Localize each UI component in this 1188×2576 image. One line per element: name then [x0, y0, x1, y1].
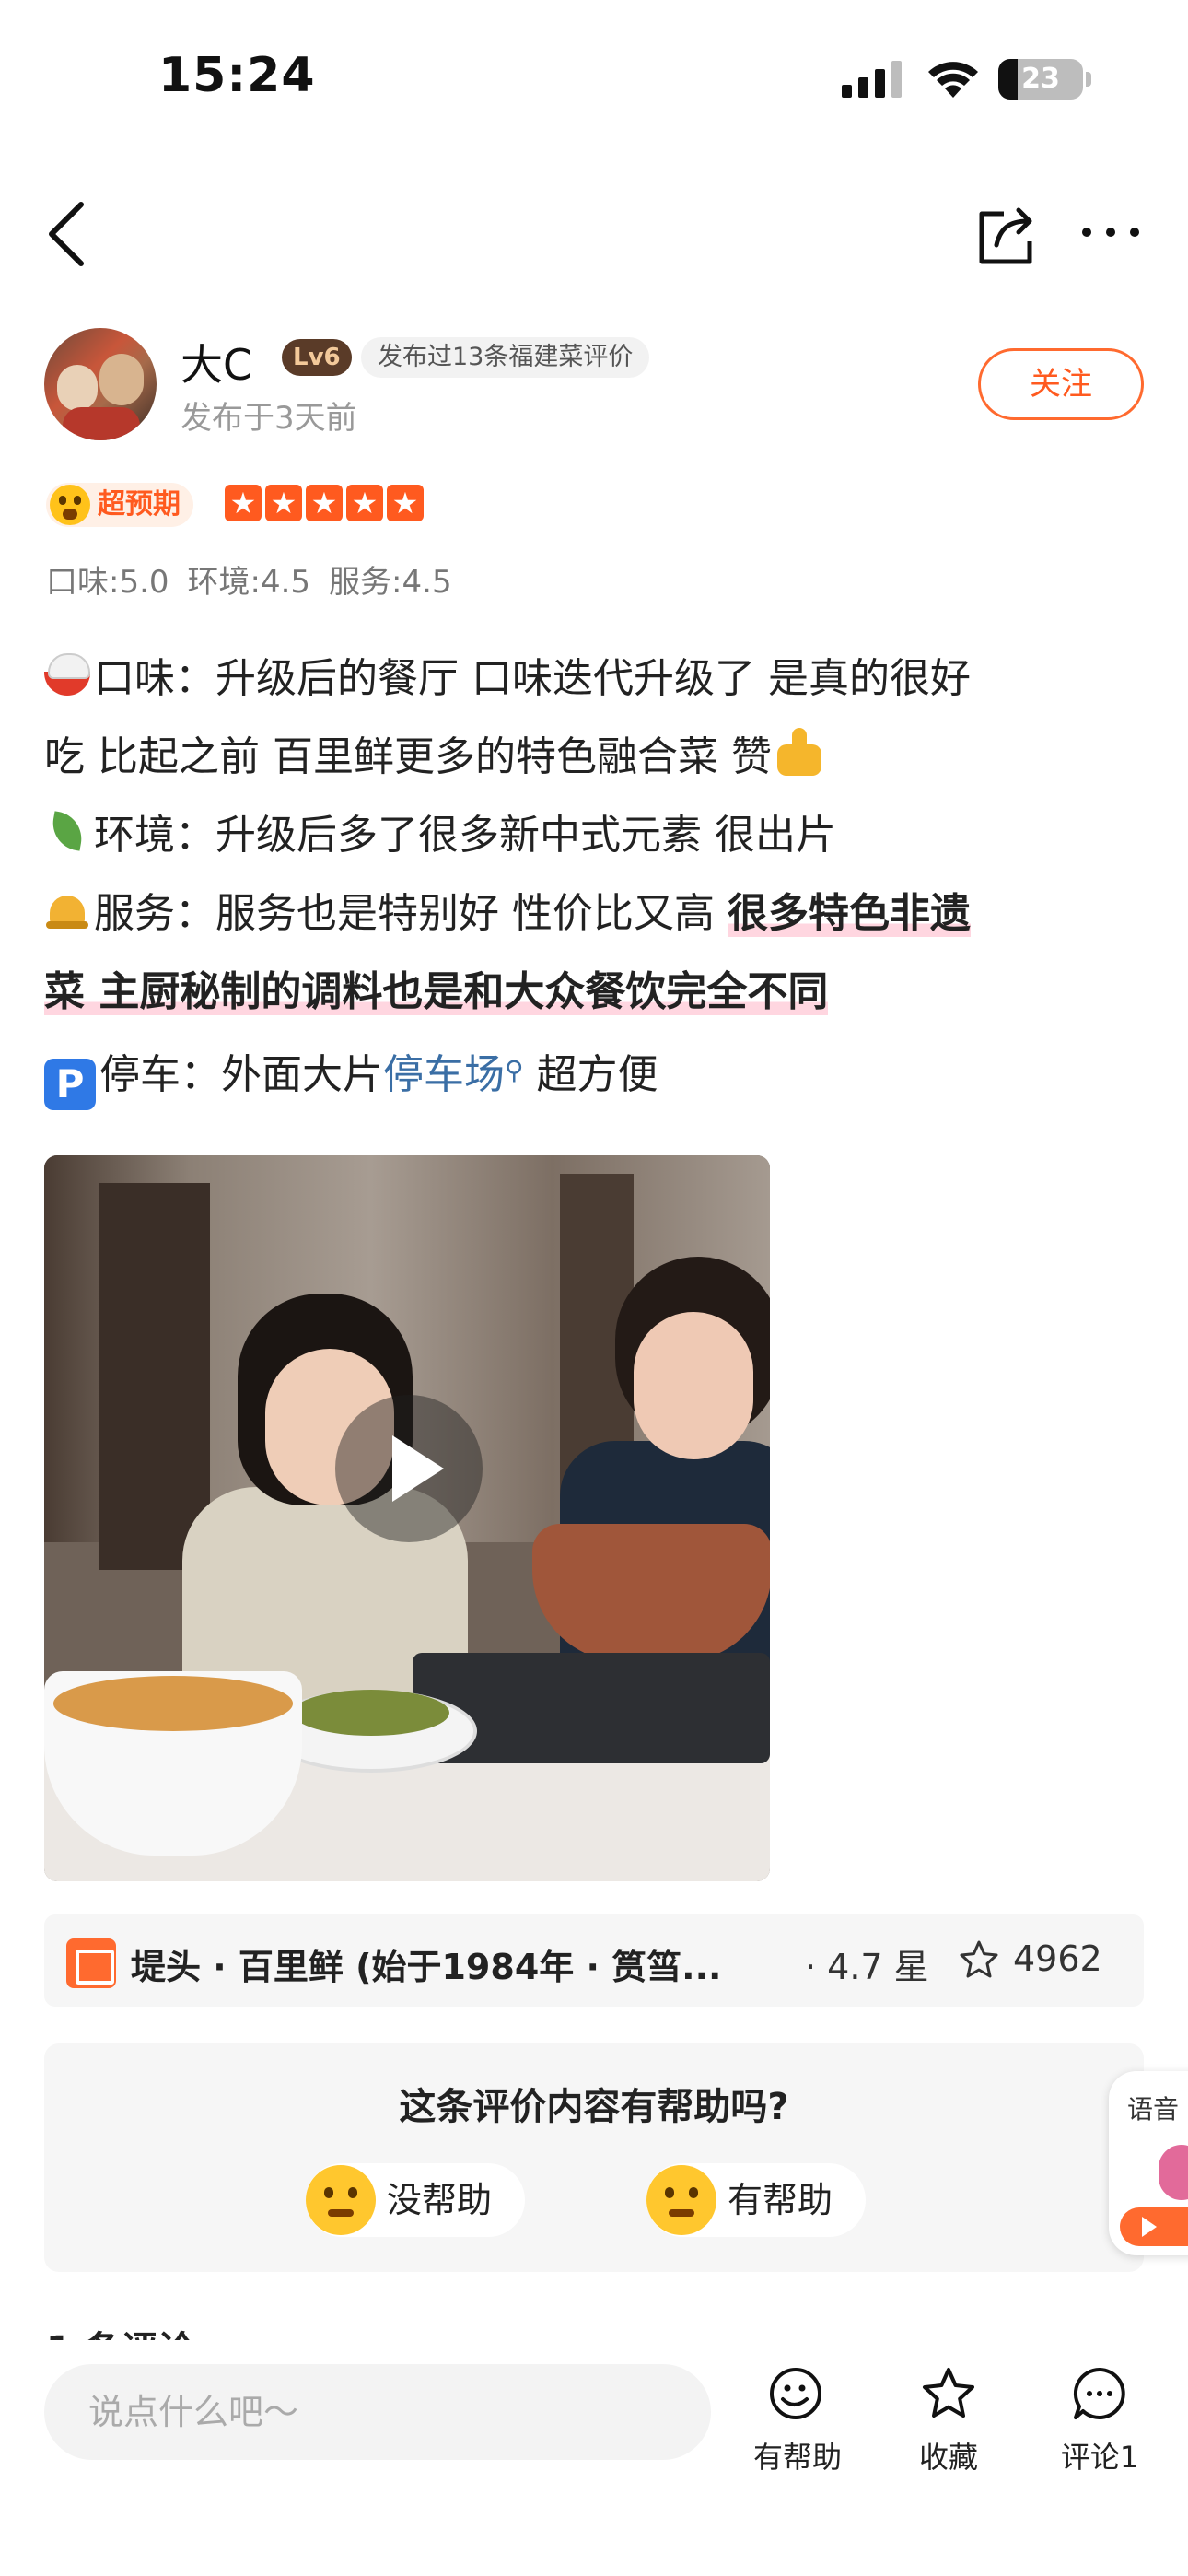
- score-environment: 环境:4.5: [187, 564, 311, 601]
- helpful-question: 这条评价内容有帮助吗?: [399, 2086, 789, 2128]
- review-line: 口味：升级后的餐厅 口味迭代升级了 是真的很好: [94, 655, 971, 702]
- share-icon[interactable]: [973, 201, 1039, 267]
- cellular-signal-icon: [842, 61, 902, 98]
- star-rating: ★ ★ ★ ★ ★: [225, 485, 424, 525]
- comment-action[interactable]: 评论1: [1035, 2364, 1164, 2493]
- review-line: 吃 比起之前 百里鲜更多的特色融合菜 赞: [44, 733, 772, 780]
- not-helpful-button[interactable]: 没帮助: [306, 2163, 525, 2237]
- review-highlight: 菜 主厨秘制的调料也是和大众餐饮完全不同: [44, 968, 829, 1015]
- review-count-badge: 发布过13条福建菜评价: [361, 337, 650, 378]
- review-highlight: 很多特色非遗: [727, 890, 971, 937]
- more-icon[interactable]: [1079, 221, 1142, 243]
- voice-label: 语音: [1127, 2094, 1180, 2125]
- smile-icon: [770, 2368, 821, 2419]
- shop-icon: [66, 1938, 116, 1988]
- wifi-icon: [928, 62, 978, 98]
- helpful-button[interactable]: 有帮助: [646, 2163, 866, 2237]
- parking-lot-link[interactable]: 停车场: [383, 1051, 505, 1098]
- collect-label: 收藏: [918, 2440, 978, 2475]
- voice-play-icon[interactable]: [1120, 2207, 1188, 2246]
- bottom-bar: 说点什么吧～ 有帮助 收藏 评论1: [0, 2340, 1188, 2576]
- rice-bowl-icon: [44, 653, 90, 696]
- sub-scores: 口味:5.0 环境:4.5 服务:4.5: [46, 556, 452, 602]
- star-icon: ★: [265, 485, 302, 521]
- parking-icon: P: [44, 1059, 96, 1110]
- battery-level: 23: [1021, 63, 1060, 95]
- happy-face-icon: [646, 2165, 716, 2235]
- search-icon[interactable]: ⚲: [505, 1055, 524, 1085]
- leaf-icon: [44, 808, 90, 854]
- review-line: 环境：升级后多了很多新中式元素 很出片: [94, 812, 836, 859]
- shop-name: 堤头 · 百里鲜 (始于1984年 · 筼筜...: [131, 1947, 722, 1987]
- comment-input[interactable]: 说点什么吧～: [44, 2364, 711, 2460]
- play-icon[interactable]: [335, 1395, 483, 1542]
- helpful-section: 这条评价内容有帮助吗? 没帮助 有帮助: [44, 2043, 1144, 2272]
- collect-action[interactable]: 收藏: [884, 2364, 1013, 2493]
- post-time: 发布于3天前: [181, 400, 357, 437]
- confused-face-icon: [306, 2165, 376, 2235]
- star-icon: ★: [306, 485, 343, 521]
- helpful-action-label: 有帮助: [752, 2440, 842, 2475]
- helpful-label: 有帮助: [728, 2180, 833, 2220]
- follow-button[interactable]: 关注: [978, 348, 1144, 420]
- shop-card[interactable]: 堤头 · 百里鲜 (始于1984年 · 筼筜... · 4.7 星 4962: [44, 1914, 1144, 2007]
- comment-label: 评论1: [1060, 2440, 1139, 2475]
- level-badge: Lv6: [282, 339, 352, 376]
- review-video[interactable]: [44, 1155, 770, 1881]
- favorite-count: 4962: [1013, 1938, 1102, 1979]
- battery-icon: 23: [998, 59, 1092, 100]
- voice-floating-widget[interactable]: 语音: [1109, 2071, 1188, 2255]
- review-line: 停车：外面大片: [99, 1051, 383, 1098]
- comment-bubble-icon: [1073, 2367, 1125, 2419]
- tag-label: 超预期: [98, 488, 181, 521]
- service-bell-icon: [44, 886, 90, 932]
- shop-rating: · 4.7 星: [805, 1947, 929, 1987]
- review-line: 服务：服务也是特别好 性价比又高: [94, 890, 728, 937]
- review-line: 超方便: [523, 1051, 658, 1098]
- voice-avatar: [1159, 2145, 1188, 2200]
- review-body: 口味：升级后的餐厅 口味迭代升级了 是真的很好 吃 比起之前 百里鲜更多的特色融…: [44, 639, 1149, 1114]
- star-icon: ★: [387, 485, 424, 521]
- thumbs-up-icon: [772, 728, 827, 779]
- star-icon: ★: [225, 485, 262, 521]
- surprised-face-icon: [50, 485, 90, 525]
- score-taste: 口味:5.0: [46, 564, 169, 601]
- avatar[interactable]: [44, 328, 157, 440]
- helpful-action[interactable]: 有帮助: [733, 2364, 862, 2493]
- back-icon[interactable]: [42, 199, 94, 269]
- star-icon: [923, 2368, 974, 2418]
- status-time: 15:24: [158, 48, 316, 103]
- score-service: 服务:4.5: [329, 564, 452, 601]
- star-outline-icon[interactable]: [958, 1938, 1000, 1981]
- author-name[interactable]: 大C: [181, 332, 252, 392]
- exceeded-expectation-tag: 超预期: [46, 483, 193, 527]
- star-icon: ★: [346, 485, 383, 521]
- status-bar: 15:24 23: [0, 0, 1188, 157]
- not-helpful-label: 没帮助: [387, 2180, 493, 2220]
